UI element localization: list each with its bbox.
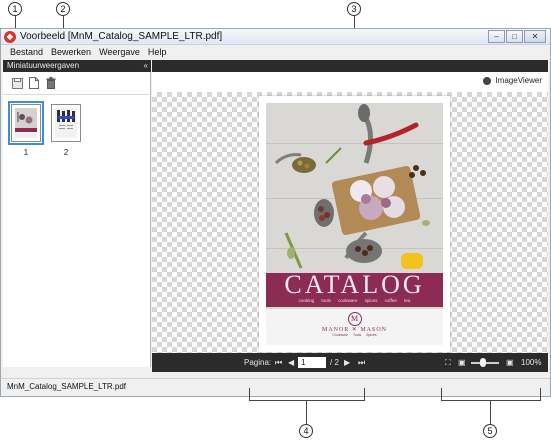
zoom-out-icon[interactable]: ▣ — [458, 353, 466, 372]
callout-1: 1 — [8, 2, 22, 16]
window-controls: – □ ✕ — [488, 30, 546, 43]
viewer-header — [152, 60, 548, 72]
app-icon: ◆ — [4, 31, 16, 43]
zoom-slider-handle[interactable] — [480, 358, 486, 367]
first-page-icon[interactable]: ⏮ — [275, 353, 282, 372]
delete-icon[interactable] — [45, 77, 57, 89]
status-bar: MnM_Catalog_SAMPLE_LTR.pdf — [1, 378, 550, 396]
cover-photo — [266, 103, 443, 283]
callout-2: 2 — [56, 2, 70, 16]
figure: 1 2 3 ◆ Voorbeeld [MnM_Catalog_SAMPLE_LT… — [0, 0, 551, 440]
imageviewer-label: ImageViewer — [495, 76, 542, 85]
minimize-button[interactable]: – — [488, 30, 505, 43]
previous-page-icon[interactable]: ◀ — [288, 353, 294, 372]
imageviewer-icon — [483, 76, 492, 85]
status-filename: MnM_Catalog_SAMPLE_LTR.pdf — [7, 382, 127, 391]
thumbnail-label-1: 1 — [23, 148, 29, 157]
brand-logo: M — [347, 312, 362, 326]
preview-window: ◆ Voorbeeld [MnM_Catalog_SAMPLE_LTR.pdf]… — [0, 28, 551, 397]
zoom-level: 100% — [521, 358, 542, 367]
menu-weergave[interactable]: Weergave — [96, 45, 145, 59]
brand-name: MANOR ✕ MASON — [321, 327, 388, 333]
menu-bar: Bestand Bewerken Weergave Help — [1, 45, 550, 59]
viewer-toolbar: Pagina: ⏮ ◀ 1 / 2 ▶ ⏭ ⛶ ▣ ▣ 100% — [152, 353, 548, 372]
callout-3: 3 — [347, 2, 361, 16]
window-title: Voorbeeld [MnM_Catalog_SAMPLE_LTR.pdf] — [20, 31, 223, 42]
document-page[interactable]: CATALOG cooking tools cookware spices co… — [259, 96, 450, 352]
callout-5: 5 — [483, 424, 497, 438]
thumbnail-label-2: 2 — [63, 148, 69, 157]
callout-5-bracket-right — [540, 388, 541, 400]
thumbnail-panel: Miniatuurweergaven « 1 2 — [3, 60, 151, 367]
thumbnail-page-1[interactable] — [8, 101, 44, 145]
callout-4-leader — [306, 400, 307, 424]
cover-title: CATALOG — [284, 270, 425, 299]
title-bar: ◆ Voorbeeld [MnM_Catalog_SAMPLE_LTR.pdf]… — [1, 29, 550, 45]
toolbar-divider — [3, 94, 151, 95]
next-page-icon[interactable]: ▶ — [344, 353, 350, 372]
page-label: Pagina: — [244, 358, 272, 367]
thumbnail-2-image — [55, 108, 77, 138]
callout-5-bracket — [441, 400, 541, 401]
fit-page-icon[interactable]: ⛶ — [445, 353, 451, 372]
cover-brand: M MANOR ✕ MASON Cookware Tools Spices — [266, 309, 443, 345]
menu-bewerken[interactable]: Bewerken — [48, 45, 96, 59]
menu-help[interactable]: Help — [145, 45, 172, 59]
callout-4-bracket — [249, 400, 365, 401]
image-viewer: ImageViewer CATALOG cooking tools cookwa… — [152, 60, 548, 372]
callout-4: 4 — [299, 424, 313, 438]
thumbnail-1-image — [15, 108, 37, 138]
cover-banner: CATALOG cooking tools cookware spices co… — [266, 270, 443, 307]
save-icon[interactable] — [11, 77, 23, 89]
thumbnail-page-2[interactable] — [51, 104, 81, 142]
new-page-icon[interactable] — [28, 77, 40, 89]
callout-5-bracket-left — [441, 388, 442, 400]
imageviewer-brand: ImageViewer — [483, 76, 542, 85]
collapse-panel-button[interactable]: « — [144, 60, 148, 72]
last-page-icon[interactable]: ⏭ — [358, 353, 365, 372]
thumbnail-toolbar — [3, 74, 151, 92]
close-button[interactable]: ✕ — [524, 30, 546, 43]
page-number-input[interactable]: 1 — [298, 357, 326, 368]
callout-4-bracket-right — [364, 388, 365, 400]
brand-subtitle: Cookware Tools Spices — [332, 333, 377, 337]
menu-bestand[interactable]: Bestand — [7, 45, 48, 59]
catalog-cover: CATALOG cooking tools cookware spices co… — [266, 103, 443, 345]
callout-5-leader — [490, 400, 491, 424]
zoom-in-icon[interactable]: ▣ — [506, 353, 514, 372]
callout-4-bracket-left — [249, 388, 250, 400]
panel-title: Miniatuurweergaven — [7, 61, 80, 70]
thumbnail-panel-header: Miniatuurweergaven « — [3, 60, 151, 72]
page-total: / 2 — [330, 358, 339, 367]
maximize-button[interactable]: □ — [506, 30, 523, 43]
